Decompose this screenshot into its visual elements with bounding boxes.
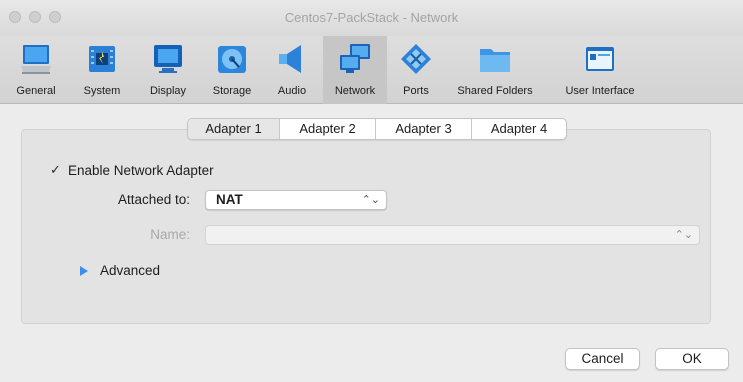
toolbar-item-audio[interactable]: Audio [270, 36, 314, 104]
disclosure-triangle-icon [80, 265, 88, 276]
advanced-disclosure[interactable]: Advanced [80, 263, 160, 278]
name-label: Name: [150, 227, 190, 242]
shared-folders-icon [480, 49, 510, 72]
toolbar-item-system[interactable]: System [74, 36, 130, 104]
toolbar-item-label: System [83, 85, 121, 97]
toolbar-item-network[interactable]: Network [323, 36, 387, 104]
tab-adapter-1[interactable]: Adapter 1 [188, 119, 279, 139]
attached-to-value: NAT [216, 192, 243, 207]
toolbar-item-shared-folders[interactable]: Shared Folders [449, 36, 541, 104]
toolbar-item-label: Display [149, 85, 187, 97]
advanced-label: Advanced [100, 263, 161, 278]
audio-icon [279, 45, 301, 73]
network-icon [340, 44, 370, 73]
enable-adapter-checkbox[interactable]: ✓ Enable Network Adapter [50, 161, 214, 179]
toolbar-item-storage[interactable]: Storage [204, 36, 260, 104]
select-arrows-icon: ⌃⌄ [361, 194, 380, 206]
toolbar-item-label: Shared Folders [457, 85, 533, 97]
settings-window: Centos7-PackStack - Network General Syst… [0, 0, 743, 382]
name-select[interactable]: ⌃⌄ [205, 225, 700, 245]
tab-adapter-2[interactable]: Adapter 2 [279, 119, 375, 139]
title-bar[interactable]: Centos7-PackStack - Network [0, 0, 743, 36]
toolbar-item-display[interactable]: Display [142, 36, 194, 104]
enable-adapter-label: Enable Network Adapter [68, 162, 214, 178]
toolbar-item-ports[interactable]: Ports [395, 36, 437, 104]
toolbar-item-user-interface[interactable]: User Interface [556, 36, 644, 104]
general-icon [21, 45, 51, 74]
select-arrows-icon: ⌃⌄ [674, 229, 693, 241]
ok-button[interactable]: OK [655, 348, 729, 370]
toolbar-item-label: Ports [403, 85, 429, 97]
system-icon [89, 46, 115, 72]
toolbar-item-label: General [16, 85, 56, 97]
ports-icon [401, 44, 431, 74]
toolbar-item-label: User Interface [565, 85, 635, 97]
tab-adapter-3[interactable]: Adapter 3 [375, 119, 471, 139]
toolbar-item-general[interactable]: General [10, 36, 62, 104]
settings-toolbar: General System Display Storage Audio Net… [0, 36, 743, 104]
toolbar-item-label: Storage [212, 85, 252, 97]
window-title: Centos7-PackStack - Network [284, 10, 459, 25]
attached-to-label: Attached to: [117, 192, 190, 207]
toolbar-item-label: Network [334, 85, 376, 97]
user-interface-icon [586, 47, 614, 71]
toolbar-item-label: Audio [277, 85, 307, 97]
tab-adapter-4[interactable]: Adapter 4 [471, 119, 566, 139]
cancel-button[interactable]: Cancel [565, 348, 640, 370]
adapter-tab-bar: Adapter 1 Adapter 2 Adapter 3 Adapter 4 [187, 118, 567, 140]
attached-to-select[interactable]: NAT ⌃⌄ [205, 190, 387, 210]
storage-icon [218, 46, 246, 73]
display-icon [154, 45, 182, 73]
checkmark-icon: ✓ [50, 162, 61, 177]
